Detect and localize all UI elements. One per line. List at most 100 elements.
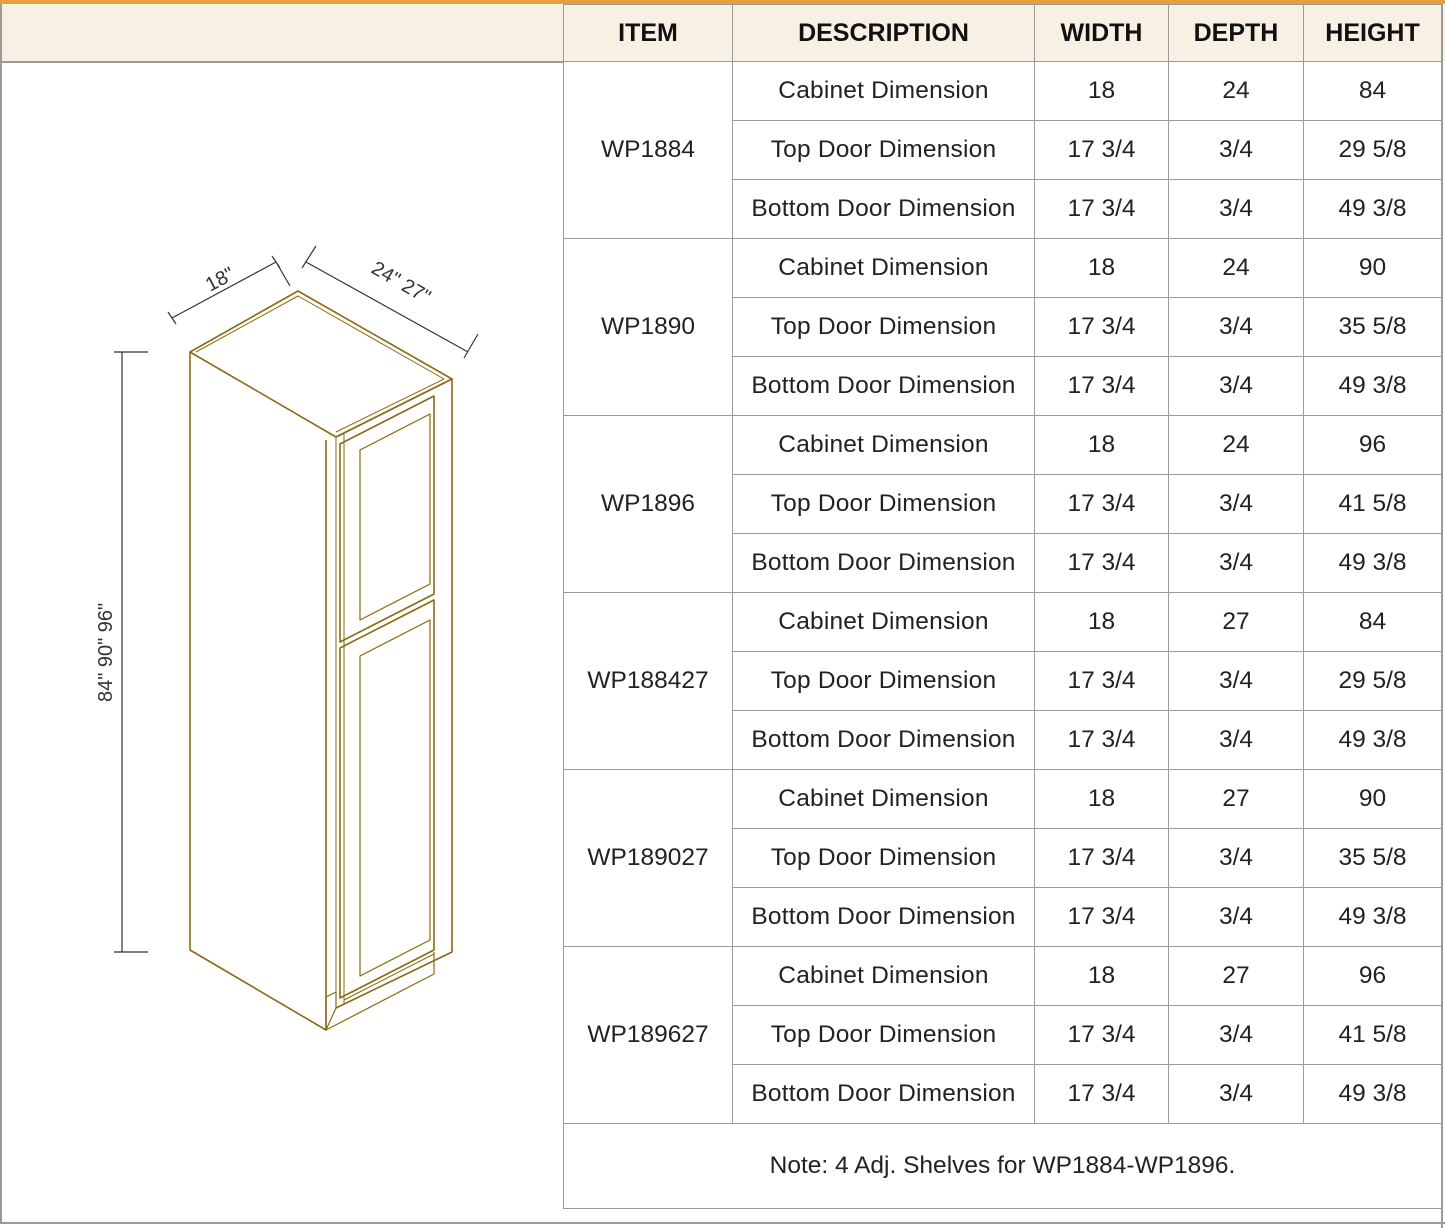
item-code: WP1884: [563, 61, 733, 239]
bottom-door-outline: [339, 599, 435, 999]
height-cell: 41 5/8: [1303, 1005, 1442, 1065]
depth-cell: 3/4: [1168, 297, 1304, 357]
table-row: WP1884 Cabinet Dimension 18 24 84: [563, 61, 1442, 239]
top-door-panel: [359, 413, 431, 621]
table-row: WP189027 Cabinet Dimension 18 27 90: [563, 769, 1442, 947]
description-cell: Cabinet Dimension: [732, 769, 1035, 829]
description-cell: Bottom Door Dimension: [732, 1064, 1035, 1124]
depth-cell: 3/4: [1168, 533, 1304, 593]
depth-cell: 3/4: [1168, 1064, 1304, 1124]
height-cell: 96: [1303, 415, 1442, 475]
cabinet-top-inner: [195, 295, 445, 433]
width-cell: 18: [1034, 415, 1169, 475]
spec-sheet: 84" 90" 96" 18" 24" 27" ITEM DESCRIPTION…: [0, 0, 1445, 1228]
width-cell: 17 3/4: [1034, 828, 1169, 888]
cabinet-top-face: [189, 290, 453, 438]
width-cell: 17 3/4: [1034, 533, 1169, 593]
width-cell: 18: [1034, 592, 1169, 652]
description-cell: Bottom Door Dimension: [732, 710, 1035, 770]
height-cell: 84: [1303, 592, 1442, 652]
table-row: WP1890 Cabinet Dimension 18 24 90: [563, 238, 1442, 416]
table-row: WP188427 Cabinet Dimension 18 27 84: [563, 592, 1442, 770]
cabinet-drawing-pane: 84" 90" 96" 18" 24" 27": [0, 62, 563, 1228]
header-depth: DEPTH: [1168, 4, 1304, 62]
width-cell: 18: [1034, 946, 1169, 1006]
height-cell: 84: [1303, 61, 1442, 121]
height-cell: 96: [1303, 946, 1442, 1006]
height-cell: 49 3/8: [1303, 710, 1442, 770]
depth-cell: 3/4: [1168, 651, 1304, 711]
depth-cell: 3/4: [1168, 887, 1304, 947]
height-cell: 41 5/8: [1303, 474, 1442, 534]
table-header-row: ITEM DESCRIPTION WIDTH DEPTH HEIGHT: [563, 4, 1442, 62]
bottom-door-panel: [359, 619, 431, 977]
description-cell: Cabinet Dimension: [732, 415, 1035, 475]
height-cell: 90: [1303, 769, 1442, 829]
cabinet-base-front: [325, 952, 435, 1031]
description-cell: Bottom Door Dimension: [732, 887, 1035, 947]
depth-cell: 3/4: [1168, 179, 1304, 239]
shelves-note: Note: 4 Adj. Shelves for WP1884-WP1896.: [563, 1123, 1442, 1209]
description-cell: Top Door Dimension: [732, 120, 1035, 180]
height-cell: 29 5/8: [1303, 120, 1442, 180]
description-cell: Top Door Dimension: [732, 828, 1035, 888]
dimension-table: ITEM DESCRIPTION WIDTH DEPTH HEIGHT WP18…: [563, 4, 1442, 1209]
width-cell: 17 3/4: [1034, 1064, 1169, 1124]
description-cell: Bottom Door Dimension: [732, 356, 1035, 416]
width-cell: 17 3/4: [1034, 1005, 1169, 1065]
item-code: WP189627: [563, 946, 733, 1124]
header-item: ITEM: [563, 4, 733, 62]
depth-cell: 3/4: [1168, 710, 1304, 770]
height-cell: 49 3/8: [1303, 1064, 1442, 1124]
height-dimension-line: [114, 351, 148, 953]
header-width: WIDTH: [1034, 4, 1169, 62]
width-cell: 18: [1034, 769, 1169, 829]
width-cell: 17 3/4: [1034, 474, 1169, 534]
height-cell: 49 3/8: [1303, 179, 1442, 239]
note-row: Note: 4 Adj. Shelves for WP1884-WP1896.: [563, 1123, 1442, 1209]
item-code: WP1890: [563, 238, 733, 416]
depth-cell: 3/4: [1168, 120, 1304, 180]
depth-cell: 3/4: [1168, 828, 1304, 888]
width-cell: 18: [1034, 238, 1169, 298]
header-height: HEIGHT: [1303, 4, 1442, 62]
border-bottom: [0, 1222, 1445, 1224]
height-cell: 49 3/8: [1303, 887, 1442, 947]
cabinet-side-face: [189, 352, 327, 1031]
width-cell: 17 3/4: [1034, 297, 1169, 357]
depth-cell: 3/4: [1168, 474, 1304, 534]
item-code: WP188427: [563, 592, 733, 770]
header-description: DESCRIPTION: [732, 4, 1035, 62]
description-cell: Cabinet Dimension: [732, 61, 1035, 121]
pantry-cabinet-drawing: 84" 90" 96" 18" 24" 27": [95, 245, 479, 1031]
description-cell: Bottom Door Dimension: [732, 179, 1035, 239]
depth-dimension-label: 24" 27": [368, 257, 435, 308]
description-cell: Cabinet Dimension: [732, 946, 1035, 1006]
depth-cell: 24: [1168, 415, 1304, 475]
description-cell: Top Door Dimension: [732, 651, 1035, 711]
depth-cell: 27: [1168, 946, 1304, 1006]
item-code: WP1896: [563, 415, 733, 593]
depth-cell: 3/4: [1168, 356, 1304, 416]
description-cell: Top Door Dimension: [732, 474, 1035, 534]
border-right: [1441, 4, 1443, 1228]
height-cell: 90: [1303, 238, 1442, 298]
width-cell: 18: [1034, 61, 1169, 121]
depth-cell: 3/4: [1168, 1005, 1304, 1065]
top-door-outline: [339, 395, 435, 643]
table-row: WP1896 Cabinet Dimension 18 24 96: [563, 415, 1442, 593]
table-row: WP189627 Cabinet Dimension 18 27 96: [563, 946, 1442, 1124]
description-cell: Cabinet Dimension: [732, 238, 1035, 298]
depth-cell: 24: [1168, 61, 1304, 121]
item-code: WP189027: [563, 769, 733, 947]
description-cell: Top Door Dimension: [732, 297, 1035, 357]
cabinet-toe-kick: [325, 991, 337, 1031]
height-cell: 49 3/8: [1303, 356, 1442, 416]
width-cell: 17 3/4: [1034, 710, 1169, 770]
depth-cell: 27: [1168, 769, 1304, 829]
width-cell: 17 3/4: [1034, 887, 1169, 947]
width-cell: 17 3/4: [1034, 356, 1169, 416]
width-cell: 17 3/4: [1034, 179, 1169, 239]
width-cell: 17 3/4: [1034, 120, 1169, 180]
depth-cell: 24: [1168, 238, 1304, 298]
